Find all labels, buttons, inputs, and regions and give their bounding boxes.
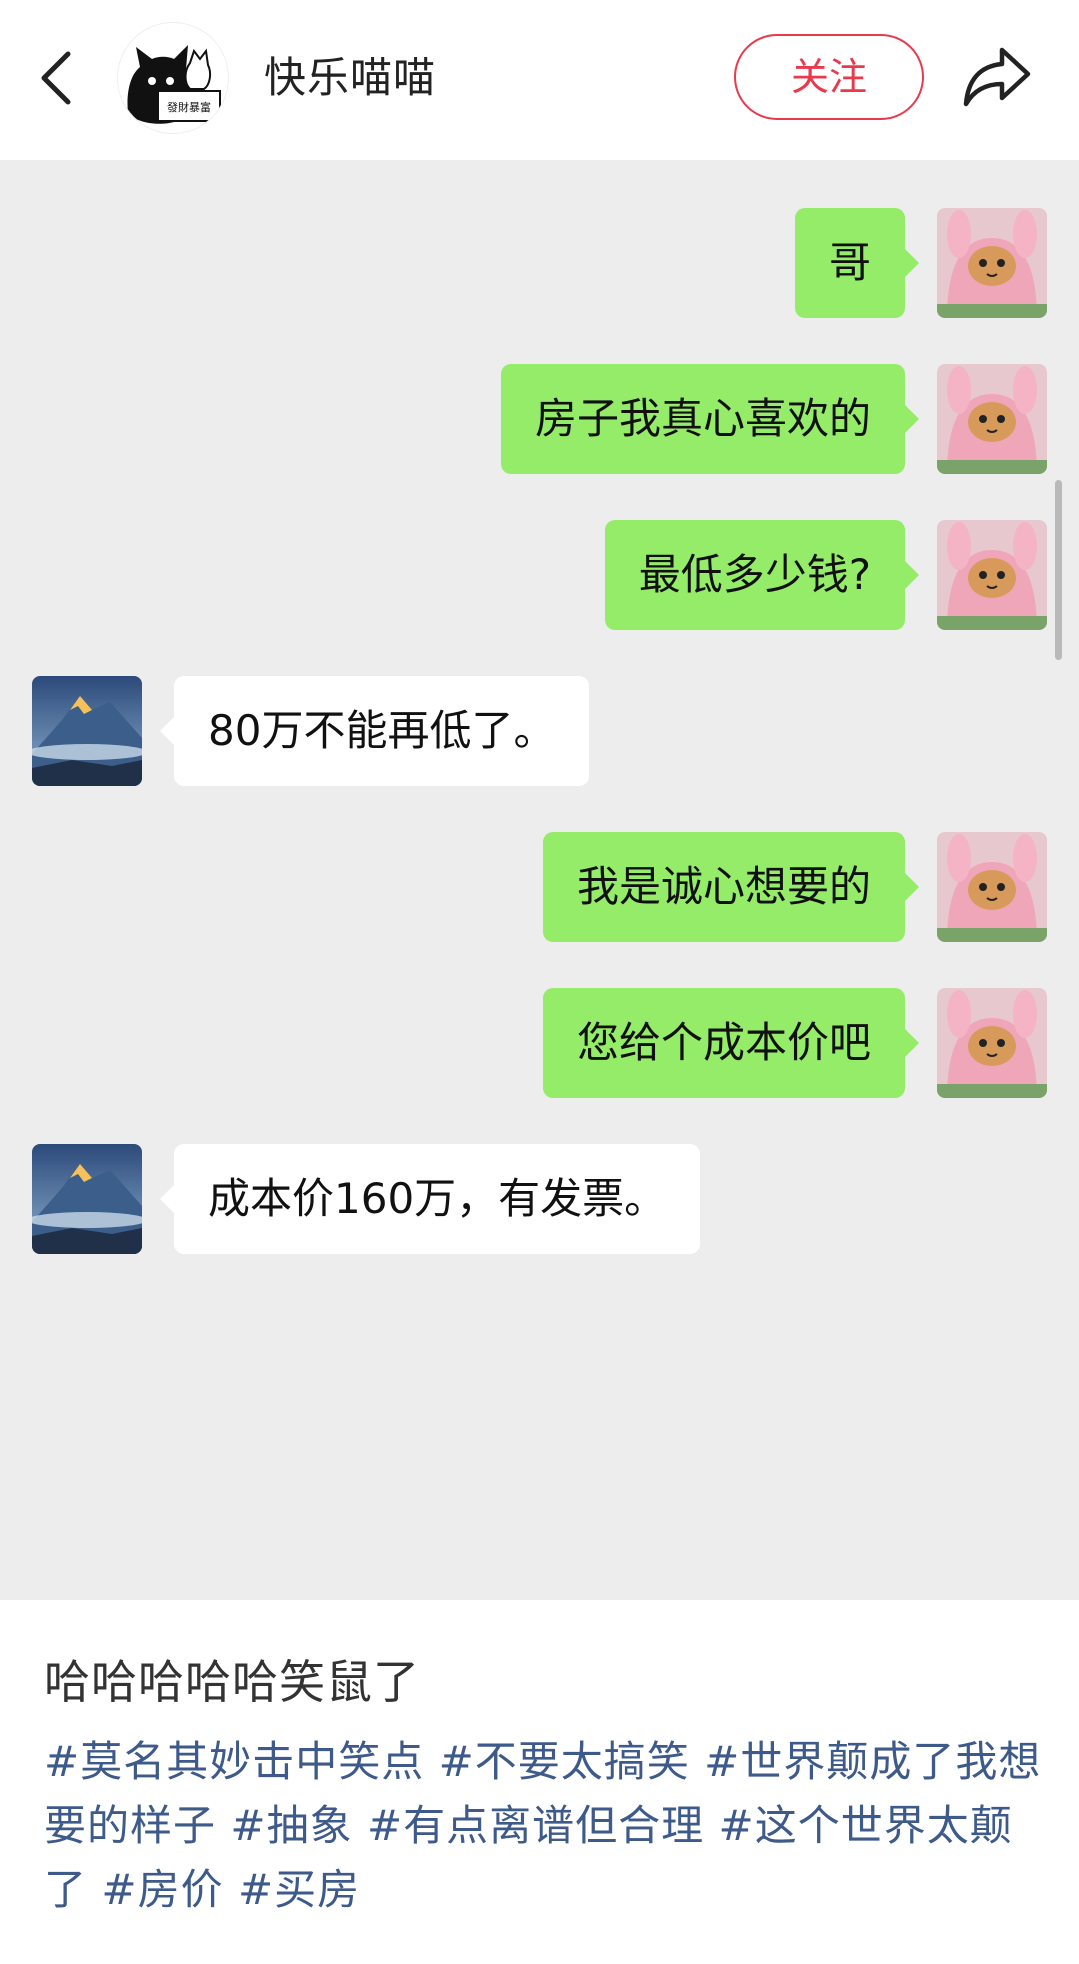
- scrollbar[interactable]: [1055, 480, 1062, 660]
- chat-bubble-sent: 哥: [794, 208, 920, 318]
- mountain-avatar-icon: [32, 676, 142, 786]
- author-avatar[interactable]: 發財暴富: [117, 22, 229, 134]
- pink-bunny-cat-avatar-icon: [937, 520, 1047, 630]
- chat-bubble-received: 成本价160万，有发票。: [159, 1144, 701, 1254]
- pink-bunny-cat-avatar-icon: [937, 364, 1047, 474]
- chat-message: 我是诚心想要的: [0, 832, 1079, 942]
- chat-bubble-sent: 最低多少钱?: [604, 520, 920, 630]
- mountain-avatar-icon: [32, 1144, 142, 1254]
- note-page: 發財暴富 快乐喵喵 关注 哥 房子我真心喜欢的 最低多少钱? 80万不能再低了。…: [0, 0, 1079, 1964]
- note-title: 哈哈哈哈哈笑鼠了: [44, 1655, 420, 1709]
- chat-message: 80万不能再低了。: [0, 676, 1079, 786]
- hashtag[interactable]: #买房: [238, 1865, 360, 1914]
- chat-bubble-sent: 房子我真心喜欢的: [500, 364, 920, 474]
- chat-bubble-sent: 我是诚心想要的: [542, 832, 920, 942]
- note-caption: 哈哈哈哈哈笑鼠了 #莫名其妙击中笑点 #不要太搞笑 #世界颠成了我想要的样子 #…: [0, 1600, 1079, 1964]
- avatar-sign-text: 發財暴富: [167, 100, 211, 114]
- back-arrow-icon[interactable]: [34, 48, 80, 108]
- pink-bunny-cat-avatar-icon: [937, 208, 1047, 318]
- hashtag-list: #莫名其妙击中笑点 #不要太搞笑 #世界颠成了我想要的样子 #抽象 #有点离谱但…: [44, 1730, 1044, 1922]
- chat-bubble-sent: 您给个成本价吧: [542, 988, 920, 1098]
- chat-message: 哥: [0, 208, 1079, 318]
- share-icon[interactable]: [962, 44, 1032, 110]
- hashtag[interactable]: #抽象: [230, 1801, 352, 1850]
- pink-bunny-cat-avatar-icon: [937, 988, 1047, 1098]
- chat-message: 房子我真心喜欢的: [0, 364, 1079, 474]
- hashtag[interactable]: #不要太搞笑: [439, 1737, 690, 1786]
- pink-bunny-cat-avatar-icon: [937, 832, 1047, 942]
- hashtag[interactable]: #有点离谱但合理: [367, 1801, 704, 1850]
- follow-button[interactable]: 关注: [734, 34, 924, 120]
- hashtag[interactable]: #房价: [101, 1865, 223, 1914]
- chat-screenshot: 哥 房子我真心喜欢的 最低多少钱? 80万不能再低了。 我是诚心想要的 您给个成…: [0, 160, 1079, 1600]
- chat-message: 您给个成本价吧: [0, 988, 1079, 1098]
- top-bar: 發財暴富 快乐喵喵 关注: [0, 0, 1079, 160]
- chat-bubble-received: 80万不能再低了。: [159, 676, 590, 786]
- author-name[interactable]: 快乐喵喵: [264, 48, 436, 108]
- black-cat-avatar-icon: 發財暴富: [118, 23, 228, 133]
- hashtag[interactable]: #莫名其妙击中笑点: [44, 1737, 424, 1786]
- chat-message: 最低多少钱?: [0, 520, 1079, 630]
- chat-message: 成本价160万，有发票。: [0, 1144, 1079, 1254]
